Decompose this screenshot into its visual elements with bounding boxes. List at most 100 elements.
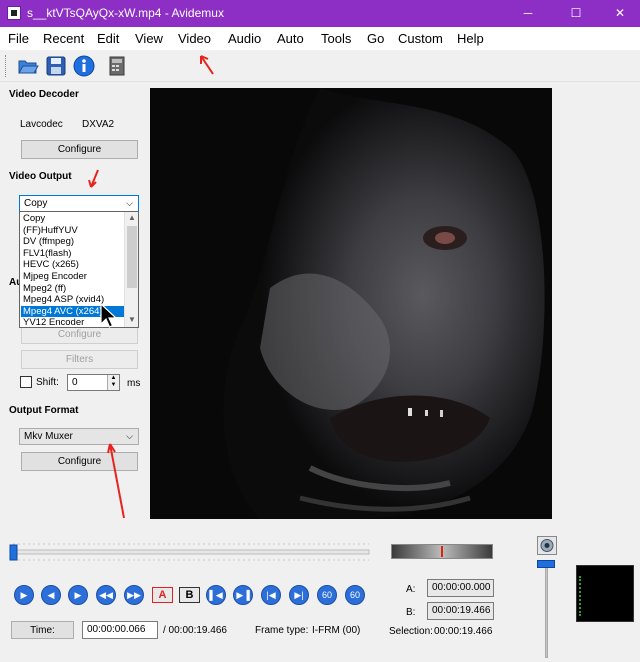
menu-go[interactable]: Go xyxy=(367,31,384,46)
option-copy[interactable]: Copy xyxy=(21,213,125,225)
jog-marker xyxy=(441,546,443,557)
open-folder-icon[interactable] xyxy=(17,55,39,77)
shift-checkbox[interactable] xyxy=(20,376,32,388)
selection-label: Selection: xyxy=(389,626,433,637)
marker-a-label: A xyxy=(158,589,167,601)
arrow-right-icon: ▶ xyxy=(74,590,82,600)
window-title: s__ktVTsQAyQx-xW.mp4 - Avidemux xyxy=(27,6,224,20)
marker-b-label: B xyxy=(185,589,194,601)
shift-spinner[interactable]: ▲ ▼ xyxy=(107,375,119,390)
shift-unit: ms xyxy=(127,378,141,389)
frame-type-label: Frame type: xyxy=(255,625,309,636)
menu-file[interactable]: File xyxy=(8,31,29,46)
back-60-icon: 60 xyxy=(321,590,332,600)
option-mpeg2[interactable]: Mpeg2 (ff) xyxy=(21,283,125,295)
current-time-input[interactable]: 00:00:00.066 xyxy=(82,621,158,639)
scroll-down-icon[interactable]: ▼ xyxy=(127,315,137,324)
app-icon xyxy=(7,6,21,20)
decoder-name: Lavcodec xyxy=(20,119,63,130)
total-time: / 00:00:19.466 xyxy=(163,625,227,636)
dropdown-scrollbar[interactable]: ▲ ▼ xyxy=(124,212,138,327)
minimize-button[interactable]: ─ xyxy=(505,0,551,27)
option-dv[interactable]: DV (ffmpeg) xyxy=(21,236,125,248)
set-marker-a-button[interactable]: A xyxy=(152,587,173,603)
title-bar: s__ktVTsQAyQx-xW.mp4 - Avidemux ─ ☐ ✕ xyxy=(0,0,640,27)
video-output-dropdown-list[interactable]: Copy (FF)HuffYUV DV (ffmpeg) FLV1(flash)… xyxy=(19,211,139,328)
skip-start-icon: |◀ xyxy=(266,590,276,600)
audio-meter-scale xyxy=(579,576,581,616)
back-60-button[interactable]: 60 xyxy=(317,585,337,605)
goto-marker-a-button[interactable]: ▌◀ xyxy=(206,585,226,605)
video-decoder-title: Video Decoder xyxy=(9,89,79,100)
selection-value: 00:00:19.466 xyxy=(434,626,493,637)
speaker-icon[interactable] xyxy=(537,536,557,555)
annotation-arrow-video-output xyxy=(88,169,99,188)
arrow-left-icon: ◀ xyxy=(47,590,55,600)
first-frame-button[interactable]: |◀ xyxy=(261,585,281,605)
info-icon[interactable] xyxy=(73,55,95,77)
annotation-arrow-menu-video xyxy=(200,55,214,75)
menu-auto[interactable]: Auto xyxy=(277,31,304,46)
frame-type-value: I-FRM (00) xyxy=(312,625,361,636)
set-marker-b-button[interactable]: B xyxy=(179,587,200,603)
next-frame-button[interactable]: ▶ xyxy=(68,585,88,605)
forward-60-icon: 60 xyxy=(349,590,360,600)
video-preview xyxy=(150,88,552,519)
marker-a-label-text: A: xyxy=(406,584,416,595)
fast-forward-icon: ▶▶ xyxy=(127,590,141,600)
marker-b-go-icon: ▶▐ xyxy=(236,590,250,600)
goto-marker-b-button[interactable]: ▶▐ xyxy=(233,585,253,605)
marker-b-label-text: B: xyxy=(406,607,416,618)
seek-slider[interactable] xyxy=(9,541,371,563)
toolbar xyxy=(0,50,640,82)
rewind-icon: ◀◀ xyxy=(99,590,113,600)
marker-a-go-icon: ▌◀ xyxy=(209,590,223,600)
save-disk-icon[interactable] xyxy=(45,55,67,77)
skip-end-icon: ▶| xyxy=(294,590,304,600)
jog-shuttle[interactable] xyxy=(391,544,493,559)
next-keyframe-button[interactable]: ▶▶ xyxy=(124,585,144,605)
menu-tools[interactable]: Tools xyxy=(321,31,351,46)
menu-help[interactable]: Help xyxy=(457,31,484,46)
option-hevc[interactable]: HEVC (x265) xyxy=(21,259,125,271)
video-output-title: Video Output xyxy=(9,171,72,182)
maximize-button[interactable]: ☐ xyxy=(553,0,599,27)
shift-label: Shift: xyxy=(36,377,59,388)
decoder-configure-button[interactable]: Configure xyxy=(21,140,138,159)
video-output-select[interactable]: Copy ⌵ xyxy=(19,195,139,212)
audio-meter xyxy=(576,565,634,622)
calculator-icon[interactable] xyxy=(106,55,128,77)
menu-view[interactable]: View xyxy=(135,31,163,46)
marker-b-time: 00:00:19.466 xyxy=(427,602,494,620)
forward-60-button[interactable]: 60 xyxy=(345,585,365,605)
play-button[interactable]: ▶ xyxy=(14,585,34,605)
menu-bar: File Recent Edit View Video Audio Auto T… xyxy=(0,27,640,50)
last-frame-button[interactable]: ▶| xyxy=(289,585,309,605)
filters-button[interactable]: Filters xyxy=(21,350,138,369)
previous-frame-button[interactable]: ◀ xyxy=(41,585,61,605)
marker-a-time: 00:00:00.000 xyxy=(427,579,494,597)
chevron-down-icon: ⌵ xyxy=(126,198,133,208)
decoder-hw: DXVA2 xyxy=(82,119,115,130)
output-format-selected: Mkv Muxer xyxy=(24,431,73,442)
time-button[interactable]: Time: xyxy=(11,621,74,639)
option-huffyuv[interactable]: (FF)HuffYUV xyxy=(21,225,125,237)
menu-audio[interactable]: Audio xyxy=(228,31,261,46)
play-icon: ▶ xyxy=(20,590,28,600)
previous-keyframe-button[interactable]: ◀◀ xyxy=(96,585,116,605)
menu-custom[interactable]: Custom xyxy=(398,31,443,46)
output-format-title: Output Format xyxy=(9,405,79,416)
volume-slider[interactable] xyxy=(545,560,548,658)
close-button[interactable]: ✕ xyxy=(597,0,640,27)
scrollbar-thumb[interactable] xyxy=(127,226,137,288)
scroll-up-icon[interactable]: ▲ xyxy=(127,213,137,222)
option-flv1[interactable]: FLV1(flash) xyxy=(21,248,125,260)
mouse-cursor-icon xyxy=(100,302,118,332)
volume-slider-thumb[interactable] xyxy=(537,560,555,568)
toolbar-grip xyxy=(5,55,7,77)
video-output-selected: Copy xyxy=(24,198,48,209)
option-mjpeg[interactable]: Mjpeg Encoder xyxy=(21,271,125,283)
menu-recent[interactable]: Recent xyxy=(43,31,84,46)
menu-edit[interactable]: Edit xyxy=(97,31,119,46)
menu-video[interactable]: Video xyxy=(178,31,211,46)
